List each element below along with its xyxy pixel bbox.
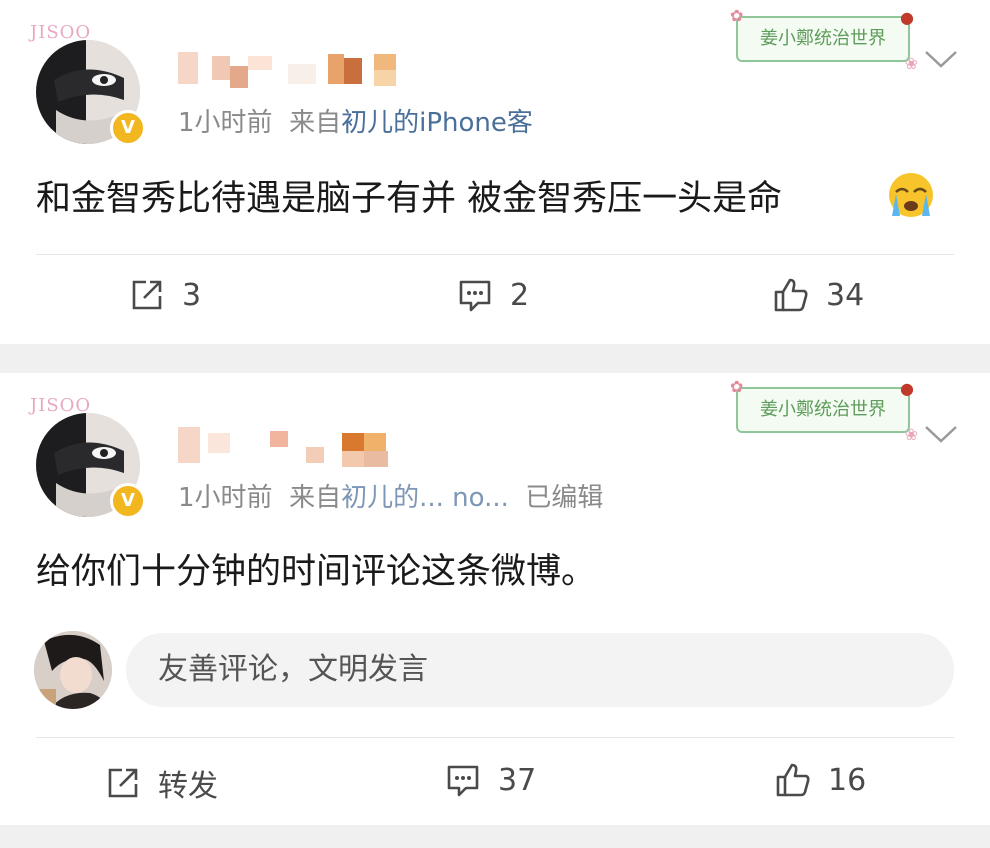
- post-source-link[interactable]: 初儿的iPhone客: [341, 108, 533, 138]
- flower-decoration-icon: ✿: [730, 6, 744, 25]
- like-icon: [776, 763, 810, 797]
- from-label: 来自: [289, 483, 342, 513]
- like-count: 16: [828, 762, 867, 798]
- comment-button[interactable]: 37: [444, 761, 536, 799]
- like-button[interactable]: 34: [772, 276, 864, 314]
- badge-text: 姜小鄭统治世界: [760, 399, 886, 420]
- verified-badge: V: [110, 483, 146, 519]
- post-content: 和金智秀比待遇是脑子有并 被金智秀压一头是命: [36, 179, 783, 219]
- comment-count: 2: [510, 277, 530, 313]
- crying-face-emoji-icon: [889, 173, 933, 217]
- comment-icon: [459, 280, 491, 312]
- post-meta: 1小时前 来自初儿的iPhone客: [178, 102, 533, 139]
- repost-button[interactable]: 3: [128, 276, 201, 314]
- repost-button[interactable]: 转发: [104, 761, 218, 805]
- divider: [36, 737, 954, 738]
- comment-input-placeholder: 友善评论，文明发言: [158, 652, 428, 687]
- post-time: 1小时前: [178, 108, 273, 138]
- user-title-badge[interactable]: 姜小鄭统治世界 ✿ ● ❀: [730, 379, 918, 443]
- post-content: 给你们十分钟的时间评论这条微博。: [36, 552, 597, 592]
- divider: [36, 254, 954, 255]
- like-count: 34: [826, 277, 865, 313]
- post-source-link[interactable]: 初儿的... no...: [341, 483, 509, 513]
- chevron-down-icon[interactable]: [924, 48, 958, 70]
- share-icon: [132, 280, 162, 310]
- comment-icon: [447, 765, 479, 797]
- username-blurred[interactable]: [178, 52, 418, 88]
- chevron-down-icon[interactable]: [924, 423, 958, 445]
- repost-count: 3: [182, 277, 202, 313]
- repost-label: 转发: [158, 769, 218, 804]
- edited-label: 已编辑: [525, 483, 604, 513]
- current-user-avatar: [34, 631, 112, 709]
- berry-decoration-icon: ●: [900, 8, 914, 27]
- comment-input[interactable]: 友善评论，文明发言: [126, 633, 954, 707]
- weibo-post-1: JISOO V 1小时前 来自初儿的iPhone客 姜小鄭统治世界 ✿ ● ❀: [0, 0, 990, 344]
- share-icon: [108, 768, 138, 798]
- comment-count: 37: [498, 762, 537, 798]
- username-blurred[interactable]: [178, 427, 418, 467]
- comment-button[interactable]: 2: [456, 276, 529, 314]
- from-label: 来自: [289, 108, 342, 138]
- like-icon: [774, 278, 808, 312]
- like-button[interactable]: 16: [774, 761, 866, 799]
- current-user-avatar-image: [34, 631, 112, 709]
- flower-decoration-icon: ❀: [904, 54, 918, 73]
- flower-decoration-icon: ✿: [730, 377, 744, 396]
- user-title-badge[interactable]: 姜小鄭统治世界 ✿ ● ❀: [730, 8, 918, 72]
- verified-badge: V: [110, 110, 146, 146]
- badge-text: 姜小鄭统治世界: [760, 28, 886, 49]
- berry-decoration-icon: ●: [900, 379, 914, 398]
- flower-decoration-icon: ❀: [904, 425, 918, 444]
- post-time: 1小时前: [178, 483, 273, 513]
- weibo-post-2: JISOO V 1小时前 来自初儿的... no... 已编辑 姜小鄭统治世界 …: [0, 373, 990, 825]
- post-meta: 1小时前 来自初儿的... no... 已编辑: [178, 477, 603, 514]
